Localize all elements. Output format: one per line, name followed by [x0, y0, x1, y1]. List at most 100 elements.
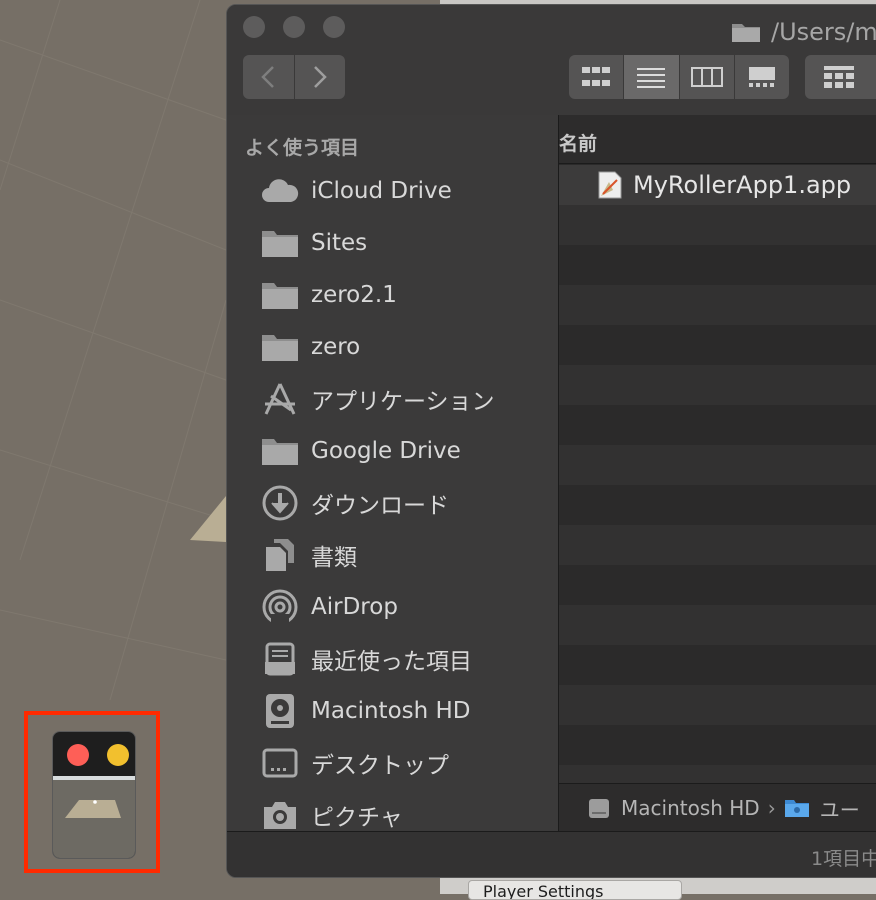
- status-text: 1項目中: [811, 848, 876, 870]
- sidebar-item-icloud-drive[interactable]: iCloud Drive: [227, 165, 558, 217]
- desktop-icon: [262, 748, 298, 778]
- column-label: 名前: [559, 133, 598, 155]
- empty-row: [559, 285, 876, 325]
- folder-icon: [262, 283, 298, 309]
- zoom-button[interactable]: [323, 16, 345, 38]
- gallery-view-icon: [748, 67, 775, 87]
- name-column-header[interactable]: 名前: [559, 115, 876, 164]
- sidebar-item-airdrop[interactable]: AirDrop: [227, 581, 558, 633]
- empty-row: [559, 205, 876, 245]
- sidebar-item-label: Macintosh HD: [311, 698, 471, 724]
- empty-row: [559, 685, 876, 725]
- sidebar-item-google-drive[interactable]: Google Drive: [227, 425, 558, 477]
- empty-row: [559, 525, 876, 565]
- hard-drive-icon: [266, 694, 294, 728]
- empty-row: [559, 565, 876, 605]
- path-separator: ›: [767, 796, 776, 820]
- finder-window: /Users/m よく使う項目 iCloud Drive Sites zero2…: [226, 4, 876, 878]
- minimized-game-window[interactable]: [52, 731, 136, 859]
- app-file-icon: [598, 171, 622, 199]
- sidebar-item-label: iCloud Drive: [311, 178, 452, 204]
- sidebar-item-label: zero: [311, 334, 361, 360]
- finder-titlebar: /Users/m: [227, 5, 876, 116]
- sidebar-item-zero[interactable]: zero: [227, 321, 558, 373]
- game-viewport: [53, 780, 135, 858]
- file-list: 名前 MyRollerApp1.app: [559, 115, 876, 783]
- sidebar-item-sites[interactable]: Sites: [227, 217, 558, 269]
- list-view-button[interactable]: [623, 55, 679, 99]
- sidebar-item-documents[interactable]: 書類: [227, 529, 558, 581]
- empty-row: [559, 245, 876, 285]
- close-button[interactable]: [243, 16, 265, 38]
- empty-row: [559, 445, 876, 485]
- sidebar-item-label: AirDrop: [311, 594, 398, 620]
- sidebar-item-label: ダウンロード: [311, 493, 449, 519]
- sidebar-item-label: 最近使った項目: [311, 649, 472, 675]
- path-item-macintosh-hd[interactable]: Macintosh HD: [621, 796, 760, 820]
- sidebar-item-downloads[interactable]: ダウンロード: [227, 477, 558, 529]
- documents-icon: [266, 539, 294, 571]
- empty-row: [559, 725, 876, 765]
- chevron-right-icon: [313, 66, 327, 88]
- download-icon: [262, 485, 298, 521]
- column-view-icon: [690, 67, 723, 87]
- sidebar-item-label: 書類: [311, 545, 357, 571]
- recents-icon: [265, 642, 295, 676]
- window-title: /Users/m: [731, 17, 876, 47]
- empty-row: [559, 405, 876, 445]
- sidebar-item-applications[interactable]: アプリケーション: [227, 373, 558, 425]
- minimize-button[interactable]: [107, 744, 129, 766]
- camera-icon: [264, 802, 296, 829]
- close-button[interactable]: [67, 744, 89, 766]
- icon-view-icon: [582, 67, 611, 86]
- minimize-button[interactable]: [283, 16, 305, 38]
- empty-row: [559, 765, 876, 783]
- file-row[interactable]: MyRollerApp1.app: [559, 165, 876, 205]
- airdrop-icon: [262, 589, 298, 626]
- forward-button[interactable]: [293, 55, 346, 99]
- empty-row: [559, 365, 876, 405]
- users-folder-icon[interactable]: [784, 798, 810, 818]
- game-scene: [65, 800, 121, 818]
- sidebar-item-label: アプリケーション: [311, 389, 495, 415]
- empty-row: [559, 605, 876, 645]
- highlight-box: [24, 711, 160, 873]
- sidebar-item-label: デスクトップ: [311, 753, 449, 779]
- arrange-button[interactable]: [805, 55, 876, 99]
- nav-button-group: [243, 55, 345, 99]
- window-title-text: /Users/m: [771, 18, 876, 46]
- sidebar-item-macintosh-hd[interactable]: Macintosh HD: [227, 685, 558, 737]
- sidebar-item-label: Google Drive: [311, 438, 461, 464]
- sidebar-item-desktop[interactable]: デスクトップ: [227, 737, 558, 789]
- sidebar-item-recents[interactable]: 最近使った項目: [227, 633, 558, 685]
- path-item-users[interactable]: ユー: [820, 794, 860, 823]
- status-bar: 1項目中: [227, 831, 876, 877]
- sidebar-item-label: ピクチャ: [311, 805, 403, 831]
- folder-icon: [732, 24, 760, 42]
- player-settings-button[interactable]: Player Settings: [468, 880, 682, 900]
- finder-sidebar: よく使う項目 iCloud Drive Sites zero2.1 zero ア…: [227, 115, 559, 831]
- empty-row: [559, 325, 876, 365]
- column-view-button[interactable]: [678, 55, 734, 99]
- cloud-icon: [262, 179, 299, 202]
- path-bar: Macintosh HD › ユー: [559, 783, 876, 832]
- view-mode-group: [569, 55, 789, 99]
- back-button[interactable]: [243, 55, 294, 99]
- chevron-left-icon: [261, 66, 275, 88]
- sidebar-item-label: zero2.1: [311, 282, 397, 308]
- hard-drive-icon[interactable]: [587, 796, 611, 820]
- applications-icon: [264, 383, 296, 415]
- sidebar-header: よく使う項目: [245, 137, 360, 159]
- sidebar-item-zero2-1[interactable]: zero2.1: [227, 269, 558, 321]
- gallery-view-button[interactable]: [733, 55, 789, 99]
- folder-icon: [262, 231, 298, 257]
- folder-icon: [262, 335, 298, 361]
- empty-row: [559, 485, 876, 525]
- list-view-icon: [637, 68, 666, 88]
- sidebar-item-label: Sites: [311, 230, 368, 256]
- scene-object: [190, 496, 226, 542]
- folder-icon: [262, 439, 298, 465]
- sidebar-item-pictures[interactable]: ピクチャ: [227, 789, 558, 831]
- icon-view-button[interactable]: [569, 55, 623, 99]
- empty-row: [559, 645, 876, 685]
